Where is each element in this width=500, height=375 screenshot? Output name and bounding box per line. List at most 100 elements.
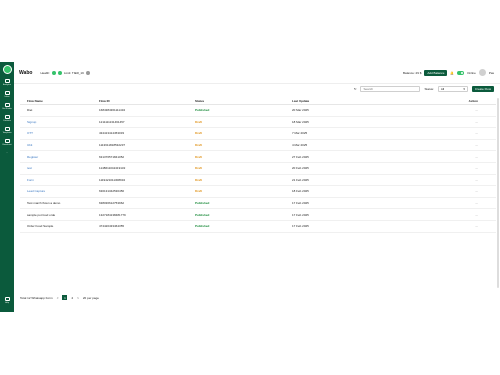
more-icon: ...: [6, 152, 8, 154]
flow-id: 434413414453033: [99, 131, 125, 136]
table-row[interactable]: Form 1119421011308934 Draft 21 Feb 2025...: [20, 175, 496, 187]
last-update: 27 Feb 2025: [292, 154, 309, 159]
last-update: 20 Mar 2025: [292, 108, 309, 113]
more-actions-icon[interactable]: ...: [438, 213, 496, 217]
last-update: 17 Feb 2025: [292, 224, 309, 229]
page-2-button[interactable]: 2: [71, 296, 73, 300]
last-update: 17 Feb 2025: [292, 201, 309, 206]
flow-name[interactable]: OTT: [20, 131, 99, 135]
table-row[interactable]: Order Food Sample 474420433464355 Publishe…: [20, 221, 496, 233]
flow-name[interactable]: Test march flown a demo: [20, 201, 99, 205]
last-update: 18 Mar 2025: [292, 119, 309, 124]
sidebar-item-contacts[interactable]: Contacts: [0, 115, 14, 122]
table-row[interactable]: Diet 1684384361111434 Published 20 Mar 2025…: [20, 105, 496, 117]
flow-name[interactable]: Ubit: [20, 143, 99, 147]
flow-name[interactable]: Diet: [20, 108, 99, 112]
flow-id: 1684384361111434: [99, 108, 126, 113]
table-row[interactable]: Ubit 1113611818532237 Draft 4 Mar 2025...: [20, 140, 496, 152]
page-1-button[interactable]: 1: [62, 295, 68, 300]
table-row[interactable]: Test march flown a demo 638036612753962 Pu…: [20, 198, 496, 210]
logo-icon[interactable]: [2, 65, 12, 74]
more-actions-icon[interactable]: ...: [438, 166, 496, 170]
top-bar: Wabo Health: Limit: TIER_1K Balance: 29 …: [14, 62, 500, 84]
status-badge: Published: [195, 212, 210, 217]
prev-page-icon[interactable]: <: [57, 296, 59, 300]
sidebar-item-inbox[interactable]: Inbox: [0, 91, 14, 98]
more-actions-icon[interactable]: ...: [438, 131, 496, 135]
more-actions-icon[interactable]: ...: [438, 108, 496, 112]
sidebar-item-analytics[interactable]: Analytics: [0, 79, 14, 86]
avatar[interactable]: [478, 69, 486, 76]
flows-table: Flow Name Flow ID Status Last Update Act…: [20, 98, 496, 233]
flow-id: 1113611818532237: [99, 143, 126, 148]
contacts-icon: [4, 115, 10, 119]
sidebar-item-label: Help: [4, 302, 10, 304]
add-balance-button[interactable]: Add Balance: [424, 69, 448, 76]
flow-id: 1148611042419132: [99, 166, 126, 171]
status-badge: Published: [195, 201, 210, 206]
more-actions-icon[interactable]: ...: [438, 155, 496, 159]
flow-id: 474420433464355: [99, 224, 125, 229]
flow-id: 638036612753962: [99, 201, 125, 206]
more-actions-icon[interactable]: ...: [438, 224, 496, 228]
flow-name[interactable]: Register: [20, 155, 99, 159]
sidebar-item-more[interactable]: ...: [0, 151, 14, 154]
table-header: Flow Name Flow ID Status Last Update Act…: [20, 98, 496, 105]
per-page-select[interactable]: 20 per page: [83, 296, 99, 300]
flow-name[interactable]: Order Food Sample: [20, 224, 99, 228]
table-row[interactable]: sample pot food orde 1327184138481779 Publ…: [20, 209, 496, 221]
online-toggle[interactable]: [457, 70, 465, 75]
table-row[interactable]: Lead Capture 630131342530456 Draft 18 Feb 2…: [20, 186, 496, 198]
status-filter-label: Status:: [424, 87, 434, 91]
status-filter-select[interactable]: All ▾: [437, 86, 468, 92]
health-indicator: Health: Limit: TIER_1K: [40, 70, 91, 75]
table-row[interactable]: Signup 1211111131461457 Draft 18 Mar 2025..…: [20, 117, 496, 129]
sidebar-item-label: Contacts: [3, 120, 11, 122]
sidebar-item-templates[interactable]: Templates: [0, 127, 14, 134]
flow-name[interactable]: Form: [20, 178, 99, 182]
flow-name[interactable]: sample pot food orde: [20, 213, 99, 217]
last-update: 20 Feb 2025: [292, 166, 309, 171]
refresh-icon[interactable]: ↻: [354, 87, 357, 91]
status-dot-icon: [51, 70, 56, 75]
table-row[interactable]: test 1148611042419132 Draft 20 Feb 2025...: [20, 163, 496, 175]
create-flow-button[interactable]: Create Flow: [471, 86, 494, 92]
table-row[interactable]: OTT 434413414453033 Draft 7 Mar 2025...: [20, 128, 496, 140]
table-row[interactable]: Register 631376571841052 Draft 27 Feb 2025.…: [20, 151, 496, 163]
status-badge: Published: [195, 224, 210, 229]
sidebar-item-help[interactable]: Help: [0, 297, 14, 304]
column-header: Status: [195, 99, 205, 103]
status-dot-icon: [57, 70, 62, 75]
search-input[interactable]: [360, 86, 421, 92]
info-icon[interactable]: [86, 70, 91, 75]
sidebar-item-bot-studio[interactable]: Bot Studio: [0, 103, 14, 110]
brand-name: Wabo: [19, 69, 33, 76]
inbox-icon: [4, 91, 10, 95]
app-frame: Analytics Inbox Bot Studio Contacts Temp…: [0, 62, 500, 312]
health-label: Health:: [40, 70, 50, 75]
flow-name[interactable]: test: [20, 166, 99, 170]
column-header: Flow Name: [27, 99, 43, 103]
flow-name[interactable]: Lead Capture: [20, 189, 99, 193]
status-badge: Draft: [195, 131, 203, 136]
toolbar: ↻ Status: All ▾ Create Flow: [14, 84, 500, 94]
bell-icon[interactable]: 🔔: [450, 71, 454, 75]
status-badge: Draft: [195, 154, 203, 159]
next-page-icon[interactable]: >: [77, 296, 79, 300]
more-actions-icon[interactable]: ...: [438, 143, 496, 147]
more-actions-icon[interactable]: ...: [438, 201, 496, 205]
more-actions-icon[interactable]: ...: [438, 120, 496, 124]
broadcast-icon: [4, 139, 10, 143]
column-header: Flow ID: [99, 99, 110, 103]
pagination: Total 12 Whatsapp Form < 1 2 > 20 per pa…: [20, 295, 99, 300]
balance-label: Balance: 29 $: [403, 70, 422, 75]
more-actions-icon[interactable]: ...: [438, 178, 496, 182]
scrollbar[interactable]: [497, 98, 499, 288]
status-badge: Draft: [195, 166, 203, 171]
flow-name[interactable]: Signup: [20, 120, 99, 124]
total-count: Total 12 Whatsapp Form: [20, 295, 53, 300]
bot-icon: [4, 103, 10, 107]
more-actions-icon[interactable]: ...: [438, 189, 496, 193]
sidebar-item-broadcast[interactable]: Broadcast: [0, 139, 14, 146]
flow-id: 1327184138481779: [99, 212, 126, 217]
